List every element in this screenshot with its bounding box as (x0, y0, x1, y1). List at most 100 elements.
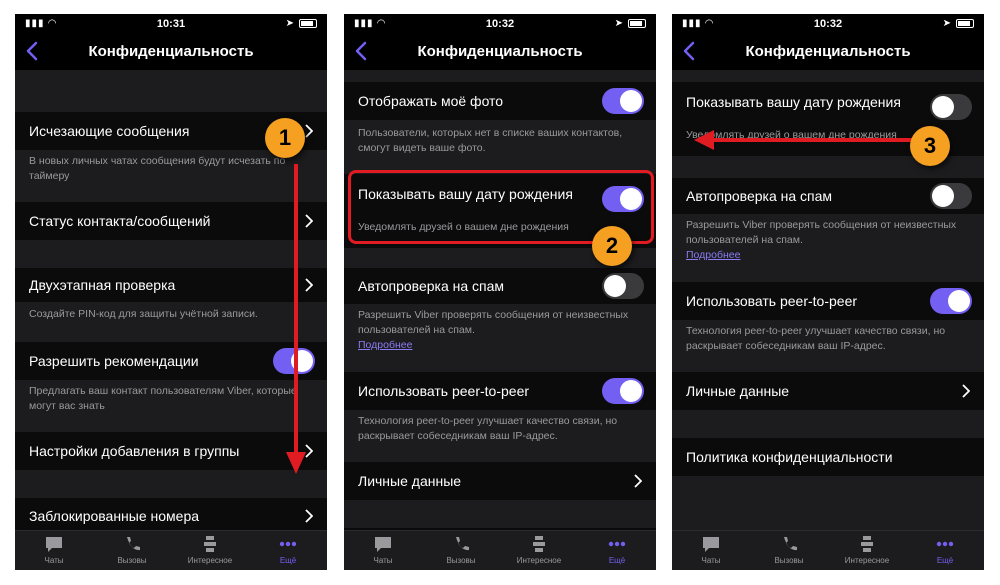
chat-bubble-icon (703, 537, 719, 552)
tab-more[interactable]: Ещё (906, 531, 984, 570)
allow-recommendations-row[interactable]: Разрешить рекомендации (15, 342, 327, 380)
tab-more[interactable]: Ещё (578, 531, 656, 570)
personal-data-row[interactable]: Личные данные (672, 372, 984, 410)
toggle-knob (932, 185, 954, 207)
toggle-knob (948, 290, 970, 312)
blocked-numbers-row[interactable]: Заблокированные номера (15, 498, 327, 530)
group-add-settings-row[interactable]: Настройки добавления в группы (15, 432, 327, 470)
spam-check-toggle[interactable] (602, 273, 644, 299)
spam-check-row[interactable]: Автопроверка на спам (344, 268, 656, 304)
row-description: Разрешить Viber проверять сообщения от н… (686, 218, 970, 263)
privacy-policy-row[interactable]: Политика конфиденциальности (672, 438, 984, 476)
tab-label: Ещё (608, 556, 626, 565)
peer-to-peer-toggle[interactable] (930, 288, 972, 314)
nav-bar: Конфиденциальность (15, 34, 327, 70)
phone-screen-3: ▮▮▮ ◠ 10:32 ➤ Конфиденциальность Показыв… (672, 14, 984, 570)
tab-label: Интересное (187, 556, 233, 565)
show-photo-toggle[interactable] (602, 88, 644, 114)
settings-list: Отображать моё фото Пользователи, которы… (344, 70, 656, 530)
peer-to-peer-row[interactable]: Использовать peer-to-peer (672, 282, 984, 320)
status-bar: ▮▮▮ ◠ 10:31 ➤ (15, 14, 327, 34)
row-label: Разрешить рекомендации (29, 353, 199, 369)
row-description: Создайте PIN-код для защиты учётной запи… (29, 308, 258, 320)
learn-more-link[interactable]: Подробнее (358, 338, 642, 353)
location-icon: ➤ (285, 18, 294, 29)
two-step-verification-row[interactable]: Двухэтапная проверка (15, 268, 327, 302)
battery-icon (628, 19, 646, 28)
status-time: 10:31 (156, 18, 186, 30)
show-photo-row[interactable]: Отображать моё фото (344, 82, 656, 120)
status-bar: ▮▮▮ ◠ 10:32 ➤ (672, 14, 984, 34)
tab-chats[interactable]: Чаты (672, 531, 750, 570)
tab-bar: Чаты Вызовы Интересное Ещё (672, 530, 984, 570)
tab-calls[interactable]: Вызовы (750, 531, 828, 570)
row-description: Предлагать ваш контакт пользователям Vib… (29, 385, 297, 412)
peer-to-peer-row[interactable]: Использовать peer-to-peer (344, 372, 656, 410)
tab-label: Вызовы (446, 556, 476, 565)
tab-calls[interactable]: Вызовы (422, 531, 500, 570)
phone-screen-2: ▮▮▮ ◠ 10:32 ➤ Конфиденциальность Отображ… (344, 14, 656, 570)
battery-icon (299, 19, 317, 28)
tab-explore[interactable]: Интересное (500, 531, 578, 570)
row-description: В новых личных чатах сообщения будут исч… (29, 155, 286, 182)
tab-label: Вызовы (774, 556, 804, 565)
explore-icon (533, 536, 545, 552)
status-time: 10:32 (485, 18, 515, 30)
personal-data-row[interactable]: Личные данные (344, 462, 656, 500)
tab-label: Интересное (844, 556, 890, 565)
contact-status-row[interactable]: Статус контакта/сообщений (15, 202, 327, 240)
learn-more-link[interactable]: Подробнее (686, 248, 970, 263)
phone-icon (127, 537, 140, 551)
chat-bubble-icon (375, 537, 391, 552)
tab-label: Ещё (279, 556, 297, 565)
row-label: Статус контакта/сообщений (29, 213, 211, 229)
tab-label: Вызовы (117, 556, 147, 565)
toggle-off-arrow (694, 130, 932, 150)
phone-icon (456, 537, 469, 551)
description-text: Разрешить Viber проверять сообщения от н… (686, 219, 957, 246)
page-title: Конфиденциальность (417, 43, 583, 60)
tab-bar: Чаты Вызовы Интересное Ещё (344, 530, 656, 570)
spam-check-toggle[interactable] (930, 183, 972, 209)
chevron-right-icon (305, 509, 313, 523)
step-badge-1: 1 (265, 118, 305, 158)
tab-more[interactable]: Ещё (249, 531, 327, 570)
nav-bar: Конфиденциальность (344, 34, 656, 70)
explore-icon (204, 536, 216, 552)
tab-chats[interactable]: Чаты (344, 531, 422, 570)
row-label: Личные данные (686, 383, 790, 399)
chevron-right-icon (962, 384, 970, 398)
chevron-right-icon (634, 474, 642, 488)
birthday-toggle[interactable] (930, 94, 972, 120)
page-title: Конфиденциальность (745, 43, 911, 60)
status-time: 10:32 (813, 18, 843, 30)
tab-bar: Чаты Вызовы Интересное Ещё (15, 530, 327, 570)
nav-bar: Конфиденциальность (672, 34, 984, 70)
explore-icon (861, 536, 873, 552)
step-badge-3: 3 (910, 126, 950, 166)
phone-icon (784, 537, 797, 551)
tab-calls[interactable]: Вызовы (93, 531, 171, 570)
chevron-right-icon (305, 124, 313, 138)
row-description: Разрешить Viber проверять сообщения от н… (358, 308, 642, 353)
row-label: Автопроверка на спам (358, 278, 505, 294)
row-label: Личные данные (358, 473, 462, 489)
tab-label: Ещё (936, 556, 954, 565)
row-label: Настройки добавления в группы (29, 443, 240, 459)
status-bar: ▮▮▮ ◠ 10:32 ➤ (344, 14, 656, 34)
peer-to-peer-toggle[interactable] (602, 378, 644, 404)
step-badge-2: 2 (592, 226, 632, 266)
row-description: Технология peer-to-peer улучшает качеств… (686, 325, 946, 352)
row-label: Отображать моё фото (358, 93, 504, 109)
row-label: Политика конфиденциальности (686, 449, 893, 465)
tab-chats[interactable]: Чаты (15, 531, 93, 570)
row-label: Двухэтапная проверка (29, 277, 176, 293)
tab-explore[interactable]: Интересное (171, 531, 249, 570)
spam-check-row[interactable]: Автопроверка на спам (672, 178, 984, 214)
tab-label: Чаты (44, 556, 64, 565)
tab-explore[interactable]: Интересное (828, 531, 906, 570)
location-icon: ➤ (942, 18, 951, 29)
row-label: Показывать вашу дату рождения (686, 94, 901, 110)
toggle-knob (604, 275, 626, 297)
tab-label: Интересное (516, 556, 562, 565)
